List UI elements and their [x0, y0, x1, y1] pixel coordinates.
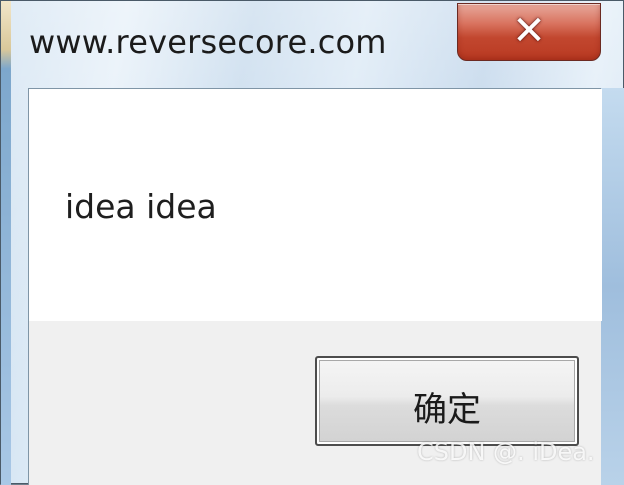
watermark: CSDN @. iDea. [417, 438, 595, 466]
close-icon: ✕ [512, 8, 546, 54]
ok-button[interactable]: 确定 [315, 356, 579, 446]
message-panel: idea idea [29, 89, 602, 321]
close-button[interactable]: ✕ [457, 3, 601, 61]
window-frame-right-edge [601, 88, 624, 485]
message-box-window: www.reversecore.com ✕ idea idea 确定 CSDN … [0, 0, 624, 485]
ok-button-label: 确定 [413, 390, 481, 430]
message-text: idea idea [65, 187, 217, 226]
window-title: www.reversecore.com [29, 23, 387, 61]
window-frame-left-edge [1, 1, 11, 485]
